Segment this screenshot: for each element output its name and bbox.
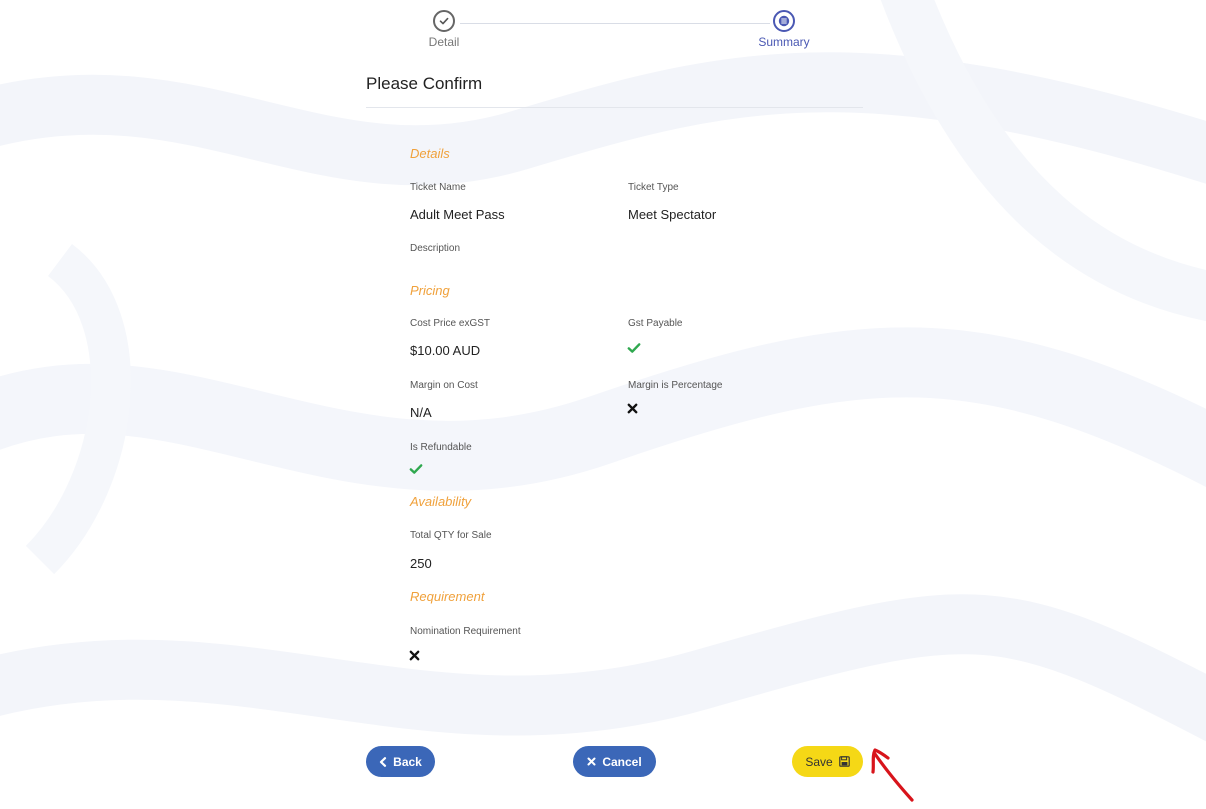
title-divider [366, 107, 863, 108]
step-detail[interactable]: Detail [404, 10, 484, 49]
page-title: Please Confirm [366, 74, 483, 93]
cost-price-value: $10.00 AUD [410, 343, 481, 358]
check-circle-icon [433, 10, 455, 32]
section-heading-requirement: Requirement [410, 589, 485, 604]
section-heading-pricing: Pricing [410, 283, 450, 298]
step-summary-label: Summary [758, 35, 810, 49]
ticket-name-label: Ticket Name [410, 182, 466, 193]
floppy-disk-icon [838, 756, 850, 767]
section-heading-availability: Availability [410, 494, 472, 509]
step-summary[interactable]: Summary [744, 10, 824, 49]
x-icon [627, 403, 638, 414]
ticket-type-value: Meet Spectator [628, 207, 717, 222]
step-detail-label: Detail [428, 35, 460, 49]
ticket-type-label: Ticket Type [628, 182, 679, 193]
check-icon [627, 343, 641, 353]
gst-payable-label: Gst Payable [628, 318, 683, 329]
description-label: Description [410, 243, 461, 254]
cancel-button[interactable]: Cancel [573, 746, 656, 777]
is-refundable-label: Is Refundable [410, 442, 472, 453]
ticket-name-value: Adult Meet Pass [410, 207, 505, 222]
back-button[interactable]: Back [366, 746, 435, 777]
total-qty-label: Total QTY for Sale [410, 530, 492, 541]
x-icon [587, 757, 596, 766]
back-button-label: Back [393, 754, 422, 769]
cost-price-label: Cost Price exGST [410, 318, 491, 329]
x-icon [409, 650, 420, 661]
total-qty-value: 250 [410, 556, 432, 571]
nomination-requirement-label: Nomination Requirement [410, 626, 521, 637]
check-icon [409, 464, 423, 474]
list-circle-icon [773, 10, 795, 32]
chevron-left-icon [380, 756, 387, 767]
margin-is-percentage-label: Margin is Percentage [628, 380, 723, 391]
margin-on-cost-value: N/A [410, 405, 432, 420]
cancel-button-label: Cancel [602, 754, 642, 769]
save-button-label: Save [805, 754, 833, 769]
margin-on-cost-label: Margin on Cost [410, 380, 478, 391]
stepper-connector [460, 23, 770, 24]
annotation-arrow [871, 748, 914, 802]
section-heading-details: Details [410, 146, 450, 161]
save-button[interactable]: Save [792, 746, 863, 777]
confirm-page: Detail Summary Please Confirm Details Ti… [0, 0, 1206, 809]
